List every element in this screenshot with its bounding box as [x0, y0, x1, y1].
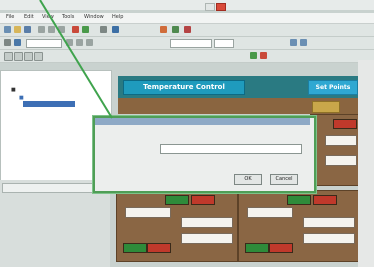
vertical-scrollbar[interactable] [358, 60, 374, 267]
callout-pointer-line [39, 0, 113, 119]
callout-line [39, 0, 113, 119]
